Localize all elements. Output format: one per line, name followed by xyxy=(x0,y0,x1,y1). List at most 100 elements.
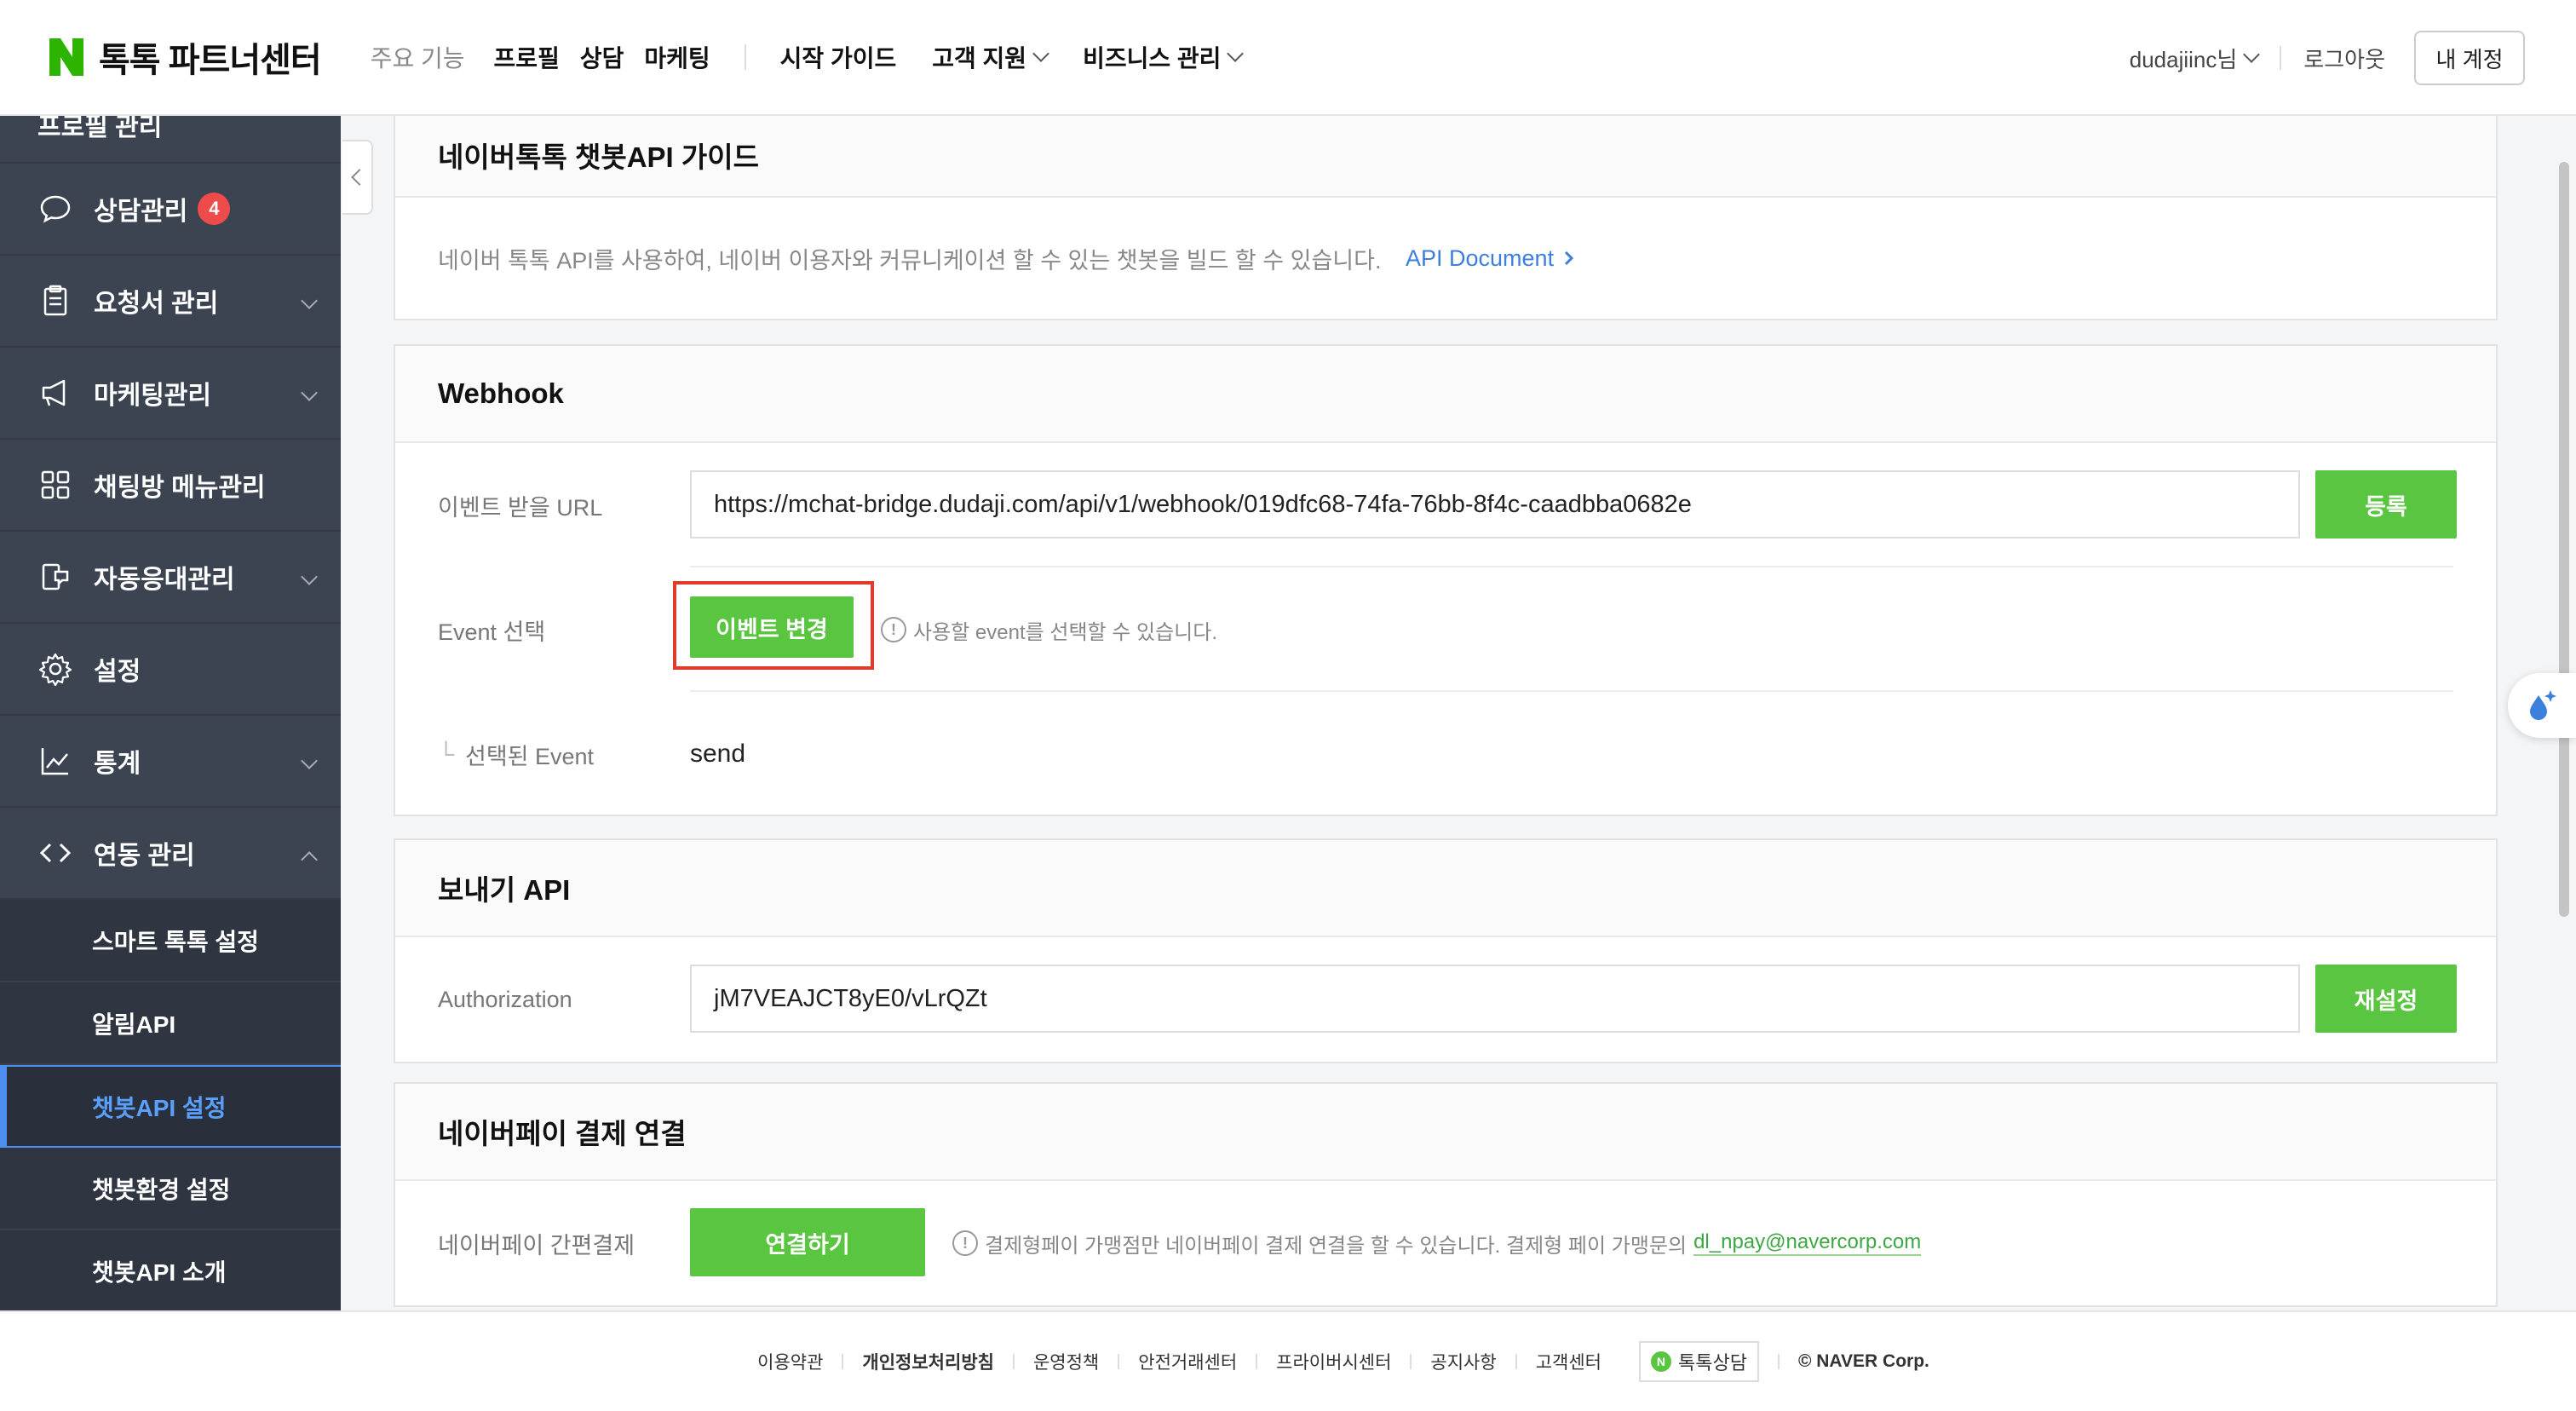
footer-link-safe-trade[interactable]: 안전거래센터 xyxy=(1138,1349,1237,1374)
footer-link-privacy-center[interactable]: 프라이버시센터 xyxy=(1276,1349,1391,1374)
sidebar-item-label: 상담관리 xyxy=(94,198,188,226)
footer-divider xyxy=(1515,1354,1517,1369)
footer-link-notice[interactable]: 공지사항 xyxy=(1430,1349,1496,1374)
guide-row: 네이버 톡톡 API를 사용하여, 네이버 이용자와 커뮤니케이션 할 수 있는… xyxy=(395,198,2496,319)
selected-event-row: └ 선택된 Event send xyxy=(395,692,2496,816)
sidebar-item-statistics[interactable]: 통계 xyxy=(0,716,341,808)
code-icon xyxy=(37,835,73,871)
webhook-url-label: 이벤트 받을 URL xyxy=(438,494,603,521)
chevron-down-icon xyxy=(2243,46,2261,63)
chevron-right-icon xyxy=(1565,251,1574,266)
info-icon: ! xyxy=(881,617,906,642)
authorization-value: jM7VEAJCT8yE0/vLrQZt xyxy=(714,984,987,1012)
auto-reply-icon xyxy=(37,559,73,595)
webhook-title: Webhook xyxy=(395,346,2496,443)
copyright: © NAVER Corp. xyxy=(1797,1351,1929,1371)
sidebar-subitem-chatbot-api-intro[interactable]: 챗봇API 소개 xyxy=(0,1230,341,1310)
guide-title: 네이버톡톡 챗봇API 가이드 xyxy=(395,114,2496,198)
nav-item-business[interactable]: 비즈니스 관리 xyxy=(1083,40,1245,74)
webhook-url-row: 이벤트 받을 URL https://mchat-bridge.dudaji.c… xyxy=(395,443,2496,567)
send-api-title: 보내기 API xyxy=(395,840,2496,937)
sidebar-item-label: 통계 xyxy=(94,750,141,778)
logo[interactable]: 톡톡 파트너센터 xyxy=(49,32,322,82)
nav-item-support[interactable]: 고객 지원 xyxy=(932,40,1049,74)
webhook-card: Webhook 이벤트 받을 URL https://mchat-bridge.… xyxy=(394,344,2498,816)
chevron-up-icon xyxy=(301,851,318,868)
guide-card: 네이버톡톡 챗봇API 가이드 네이버 톡톡 API를 사용하여, 네이버 이용… xyxy=(394,112,2498,320)
connect-button[interactable]: 연결하기 xyxy=(690,1208,925,1276)
top-header: 톡톡 파트너센터 주요 기능 프로필 상담 마케팅 시작 가이드 고객 지원 비… xyxy=(0,0,2576,116)
sidebar-item-settings[interactable]: 설정 xyxy=(0,624,341,716)
sidebar-item-marketing-management[interactable]: 마케팅관리 xyxy=(0,348,341,440)
npay-card: 네이버페이 결제 연결 네이버페이 간편결제 연결하기 ! 결제형페이 가맹점만… xyxy=(394,1082,2498,1307)
sidebar-item-chat-management[interactable]: 상담관리 4 xyxy=(0,164,341,256)
nav-item-chat[interactable]: 상담 xyxy=(580,40,624,74)
sidebar-collapse-button[interactable] xyxy=(342,140,373,215)
header-right: dudajiinc님 로그아웃 내 계정 xyxy=(2130,0,2525,116)
webhook-url-value: https://mchat-bridge.dudaji.com/api/v1/w… xyxy=(714,490,1692,518)
sidebar-subitem-chatbot-api-settings[interactable]: 챗봇API 설정 xyxy=(0,1065,341,1148)
gear-icon xyxy=(37,651,73,687)
header-divider xyxy=(2280,46,2282,70)
authorization-input[interactable]: jM7VEAJCT8yE0/vLrQZt xyxy=(690,965,2300,1033)
sidebar-subitem-chatbot-env-settings[interactable]: 챗봇환경 설정 xyxy=(0,1148,341,1230)
nav-item-start-guide[interactable]: 시작 가이드 xyxy=(780,40,897,74)
footer: 이용약관 개인정보처리방침 운영정책 안전거래센터 프라이버시센터 공지사항 고… xyxy=(0,1310,2576,1411)
footer-divider xyxy=(1012,1354,1015,1369)
event-hint: ! 사용할 event를 선택할 수 있습니다. xyxy=(881,615,1217,645)
footer-link-policy[interactable]: 운영정책 xyxy=(1033,1349,1099,1374)
npay-email-link[interactable]: dl_npay@navercorp.com xyxy=(1693,1230,1922,1256)
chevron-left-icon xyxy=(351,169,368,186)
sidebar-item-label: 요청서 관리 xyxy=(94,290,219,318)
sparkle-drop-icon xyxy=(2530,690,2556,720)
nav-label-main-features: 주요 기능 xyxy=(370,45,465,72)
sidebar-item-integration[interactable]: 연동 관리 xyxy=(0,808,341,900)
sidebar-item-chatroom-menu[interactable]: 채팅방 메뉴관리 xyxy=(0,440,341,532)
webhook-url-input[interactable]: https://mchat-bridge.dudaji.com/api/v1/w… xyxy=(690,470,2300,538)
register-button[interactable]: 등록 xyxy=(2315,470,2457,538)
unread-count-badge: 4 xyxy=(198,193,231,225)
chevron-down-icon xyxy=(301,752,318,769)
my-account-button[interactable]: 내 계정 xyxy=(2414,31,2525,85)
sidebar-item-request-management[interactable]: 요청서 관리 xyxy=(0,256,341,348)
chevron-down-icon xyxy=(301,568,318,585)
npay-label: 네이버페이 간편결제 xyxy=(438,1232,635,1258)
footer-divider xyxy=(1777,1354,1780,1369)
authorization-label: Authorization xyxy=(438,986,572,1012)
change-event-button[interactable]: 이벤트 변경 xyxy=(690,596,854,658)
sidebar-item-label: 연동 관리 xyxy=(94,842,195,870)
sub-branch-icon: └ xyxy=(438,740,455,767)
sidebar-subitem-notification-api[interactable]: 알림API xyxy=(0,982,341,1065)
sidebar-item-auto-response[interactable]: 자동응대관리 xyxy=(0,532,341,624)
logout-link[interactable]: 로그아웃 xyxy=(2303,43,2385,74)
event-hint-text: 사용할 event를 선택할 수 있습니다. xyxy=(913,620,1218,644)
npay-row: 네이버페이 간편결제 연결하기 ! 결제형페이 가맹점만 네이버페이 결제 연결… xyxy=(395,1181,2496,1305)
sidebar: 프로필 관리 상담관리 4 요청서 관리 마케팅관리 채팅방 메뉴관리 자동응대… xyxy=(0,116,341,1310)
sidebar-item-profile-partial[interactable]: 프로필 관리 xyxy=(0,116,341,164)
footer-link-privacy[interactable]: 개인정보처리방침 xyxy=(862,1349,994,1374)
grid-icon xyxy=(37,467,73,503)
footer-link-help[interactable]: 고객센터 xyxy=(1536,1349,1601,1374)
sidebar-subitem-smart-talk[interactable]: 스마트 톡톡 설정 xyxy=(0,900,341,982)
footer-divider xyxy=(1410,1354,1412,1369)
nav-support-label: 고객 지원 xyxy=(932,45,1027,72)
chevron-down-icon xyxy=(301,292,318,309)
user-menu[interactable]: dudajiinc님 xyxy=(2130,43,2261,74)
reset-button[interactable]: 재설정 xyxy=(2315,965,2457,1033)
line-chart-icon xyxy=(37,743,73,779)
api-document-link[interactable]: API Document xyxy=(1406,245,1578,272)
logo-text: 톡톡 파트너센터 xyxy=(99,42,322,79)
footer-divider xyxy=(842,1354,844,1369)
page-scrollbar[interactable] xyxy=(2559,162,2569,917)
talk-consult-button[interactable]: N 톡톡상담 xyxy=(1638,1341,1759,1382)
nav-item-profile[interactable]: 프로필 xyxy=(494,40,560,74)
nav-item-marketing[interactable]: 마케팅 xyxy=(644,40,710,74)
megaphone-icon xyxy=(37,375,73,411)
nav-business-label: 비즈니스 관리 xyxy=(1083,45,1222,72)
footer-divider xyxy=(1256,1354,1258,1369)
chevron-down-icon xyxy=(1032,45,1049,62)
footer-link-terms[interactable]: 이용약관 xyxy=(757,1349,823,1374)
clipboard-icon xyxy=(37,283,73,319)
sidebar-item-label: 설정 xyxy=(94,658,141,686)
floating-assistant-button[interactable] xyxy=(2508,673,2576,738)
